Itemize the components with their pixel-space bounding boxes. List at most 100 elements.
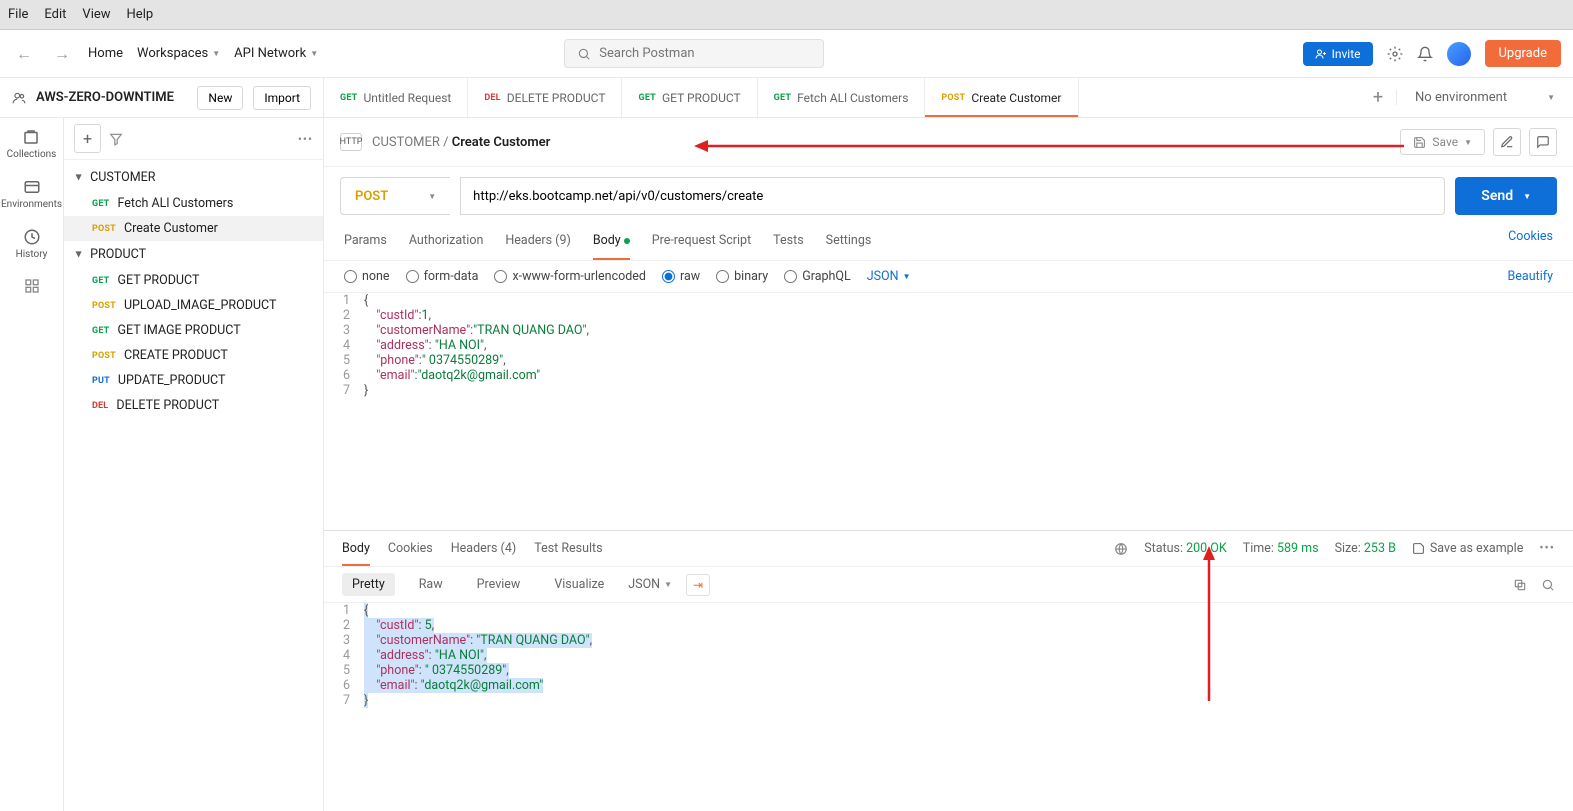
method-badge: POST (92, 224, 116, 234)
view-pretty[interactable]: Pretty (342, 573, 395, 596)
menu-help[interactable]: Help (127, 7, 154, 22)
method-badge: PUT (92, 376, 110, 386)
breadcrumb[interactable]: CUSTOMER / Create Customer (372, 135, 550, 150)
nav-home[interactable]: Home (88, 46, 123, 61)
bodytype-formdata[interactable]: form-data (406, 269, 479, 284)
global-search[interactable] (564, 39, 824, 68)
rail-environments[interactable]: Environments (1, 178, 62, 210)
response-more-icon[interactable]: ••• (1539, 541, 1555, 556)
edit-icon[interactable] (1493, 128, 1521, 156)
search-response-icon[interactable] (1541, 578, 1555, 592)
body-type-row: none form-data x-www-form-urlencoded raw… (324, 261, 1573, 293)
sidebar-add-button[interactable]: + (74, 124, 101, 153)
response-language-selector[interactable]: JSON▼ (628, 577, 672, 592)
tab-prerequest[interactable]: Pre-request Script (652, 229, 751, 252)
response-body-viewer[interactable]: 1{2 "custId": 5,3 "customerName": "TRAN … (324, 603, 1573, 811)
collection-folder[interactable]: ▶CUSTOMER (64, 164, 323, 191)
tab-headers[interactable]: Headers (9) (505, 229, 570, 252)
bodytype-graphql[interactable]: GraphQL (784, 269, 851, 284)
rail-collections[interactable]: Collections (7, 128, 57, 160)
request-body-editor[interactable]: 1{2 "custId":1,3 "customerName":"TRAN QU… (324, 293, 1573, 531)
menu-view[interactable]: View (82, 7, 110, 22)
send-button[interactable]: Send▼ (1455, 177, 1557, 215)
forward-arrow-icon[interactable]: → (50, 40, 74, 68)
upgrade-button[interactable]: Upgrade (1485, 40, 1561, 67)
copy-icon[interactable] (1513, 578, 1527, 592)
resp-tab-testresults[interactable]: Test Results (534, 537, 602, 560)
menu-edit[interactable]: Edit (44, 7, 66, 22)
request-tab[interactable]: DELDELETE PRODUCT (468, 78, 622, 117)
user-avatar[interactable] (1447, 42, 1471, 66)
request-label: GET PRODUCT (117, 273, 199, 288)
resp-tab-cookies[interactable]: Cookies (388, 537, 433, 560)
view-preview[interactable]: Preview (467, 573, 531, 596)
request-item[interactable]: POSTCREATE PRODUCT (64, 343, 323, 368)
sidebar: + ••• ▶CUSTOMERGETFetch ALl CustomersPOS… (64, 118, 324, 811)
resp-tab-body[interactable]: Body (342, 537, 370, 560)
request-tab[interactable]: GETGET PRODUCT (622, 78, 757, 117)
save-button[interactable]: Save ▼ (1400, 129, 1485, 155)
method-selector[interactable]: POST▼ (340, 177, 450, 215)
method-badge: GET (92, 199, 109, 209)
wrap-lines-icon[interactable]: ⇥ (686, 574, 710, 596)
back-arrow-icon[interactable]: ← (12, 40, 36, 68)
nav-api-network[interactable]: API Network▼ (234, 46, 318, 61)
request-item[interactable]: GETGET IMAGE PRODUCT (64, 318, 323, 343)
rail-history[interactable]: History (16, 228, 48, 260)
request-item[interactable]: GETFetch ALl Customers (64, 191, 323, 216)
folder-label: CUSTOMER (90, 170, 155, 185)
tab-tests[interactable]: Tests (773, 229, 803, 252)
request-item[interactable]: DELDELETE PRODUCT (64, 393, 323, 418)
environment-selector[interactable]: No environment▼ (1396, 90, 1573, 105)
nav-workspaces[interactable]: Workspaces▼ (137, 46, 220, 61)
bodytype-none[interactable]: none (344, 269, 390, 284)
comments-icon[interactable] (1529, 128, 1557, 156)
collection-folder[interactable]: ▶PRODUCT (64, 241, 323, 268)
request-label: UPDATE_PRODUCT (118, 373, 226, 388)
tab-settings[interactable]: Settings (826, 229, 872, 252)
bodytype-binary[interactable]: binary (716, 269, 768, 284)
tab-authorization[interactable]: Authorization (409, 229, 484, 252)
save-example-button[interactable]: Save as example (1412, 541, 1523, 556)
top-nav: ← → Home Workspaces▼ API Network▼ Invite… (0, 30, 1573, 78)
globe-icon[interactable] (1114, 542, 1128, 556)
invite-button[interactable]: Invite (1303, 42, 1373, 66)
bell-icon[interactable] (1417, 46, 1433, 62)
request-tab[interactable]: GETUntitled Request (324, 78, 468, 117)
response-bar: Body Cookies Headers (4) Test Results St… (324, 531, 1573, 567)
request-tab[interactable]: POSTCreate Customer (925, 78, 1078, 117)
tab-params[interactable]: Params (344, 229, 387, 252)
request-item[interactable]: PUT UPDATE_PRODUCT (64, 368, 323, 393)
import-button[interactable]: Import (253, 86, 311, 110)
resp-tab-headers[interactable]: Headers (4) (451, 537, 516, 560)
more-options-icon[interactable]: ••• (298, 132, 313, 146)
new-tab-button[interactable]: + (1360, 87, 1396, 108)
view-visualize[interactable]: Visualize (544, 573, 614, 596)
workspace-name[interactable]: AWS-ZERO-DOWNTIME (36, 90, 187, 105)
save-icon (1413, 136, 1426, 149)
request-item[interactable]: POSTUPLOAD_IMAGE_PRODUCT (64, 293, 323, 318)
search-input[interactable] (599, 46, 811, 61)
method-badge: GET (92, 326, 109, 336)
cookies-link[interactable]: Cookies (1508, 229, 1553, 252)
bodytype-urlencoded[interactable]: x-www-form-urlencoded (494, 269, 646, 284)
beautify-link[interactable]: Beautify (1508, 269, 1554, 284)
chevron-down-icon: ▼ (1547, 93, 1555, 102)
url-input[interactable] (460, 177, 1445, 215)
request-item[interactable]: GETGET PRODUCT (64, 268, 323, 293)
request-item[interactable]: POSTCreate Customer (64, 216, 323, 241)
method-badge: POST (941, 93, 965, 103)
bodytype-raw[interactable]: raw (662, 269, 700, 284)
body-language-selector[interactable]: JSON▼ (867, 269, 911, 284)
method-badge: POST (92, 351, 116, 361)
filter-icon[interactable] (109, 132, 123, 146)
chevron-down-icon: ▼ (212, 49, 220, 58)
tab-body[interactable]: Body (593, 229, 630, 252)
settings-icon[interactable] (1387, 46, 1403, 62)
new-button[interactable]: New (197, 86, 243, 110)
chevron-down-icon: ▶ (75, 251, 84, 257)
view-raw[interactable]: Raw (409, 573, 453, 596)
rail-more[interactable] (24, 278, 40, 294)
menu-file[interactable]: File (8, 7, 28, 22)
request-tab[interactable]: GETFetch ALl Customers (758, 78, 926, 117)
